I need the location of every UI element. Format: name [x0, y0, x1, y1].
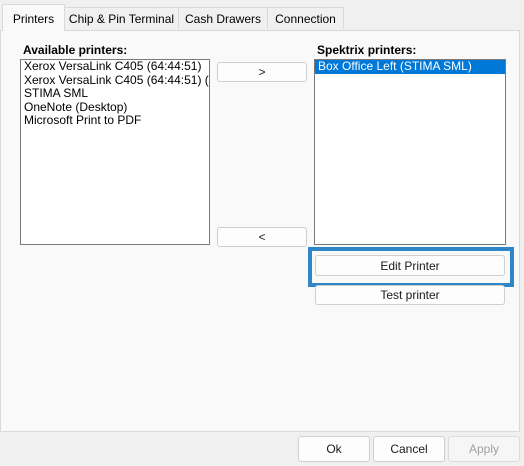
remove-printer-button[interactable]: <: [217, 227, 307, 247]
list-item[interactable]: OneNote (Desktop): [21, 100, 209, 115]
ok-button[interactable]: Ok: [298, 436, 370, 462]
test-printer-button[interactable]: Test printer: [315, 285, 505, 305]
list-item[interactable]: Xerox VersaLink C405 (64:44:51) (Fax): [21, 73, 209, 88]
list-item[interactable]: Box Office Left (STIMA SML): [315, 60, 505, 74]
apply-button[interactable]: Apply: [448, 436, 520, 462]
tab-connection[interactable]: Connection: [267, 7, 344, 29]
list-item[interactable]: Microsoft Print to PDF: [21, 113, 209, 128]
list-item[interactable]: STIMA SML: [21, 86, 209, 101]
tab-chip-pin-terminal[interactable]: Chip & Pin Terminal: [64, 7, 179, 29]
tab-cash-drawers[interactable]: Cash Drawers: [178, 7, 268, 29]
spektrix-printers-list[interactable]: Box Office Left (STIMA SML): [314, 59, 506, 245]
available-printers-label: Available printers:: [23, 43, 128, 57]
available-printers-list[interactable]: Xerox VersaLink C405 (64:44:51) Xerox Ve…: [20, 59, 210, 245]
tab-strip: Printers Chip & Pin Terminal Cash Drawer…: [0, 0, 524, 31]
list-item[interactable]: Xerox VersaLink C405 (64:44:51): [21, 60, 209, 74]
add-printer-button[interactable]: >: [217, 62, 307, 82]
spektrix-printers-label: Spektrix printers:: [317, 43, 417, 57]
tab-printers[interactable]: Printers: [2, 4, 65, 31]
edit-printer-button[interactable]: Edit Printer: [315, 255, 505, 276]
cancel-button[interactable]: Cancel: [373, 436, 445, 462]
